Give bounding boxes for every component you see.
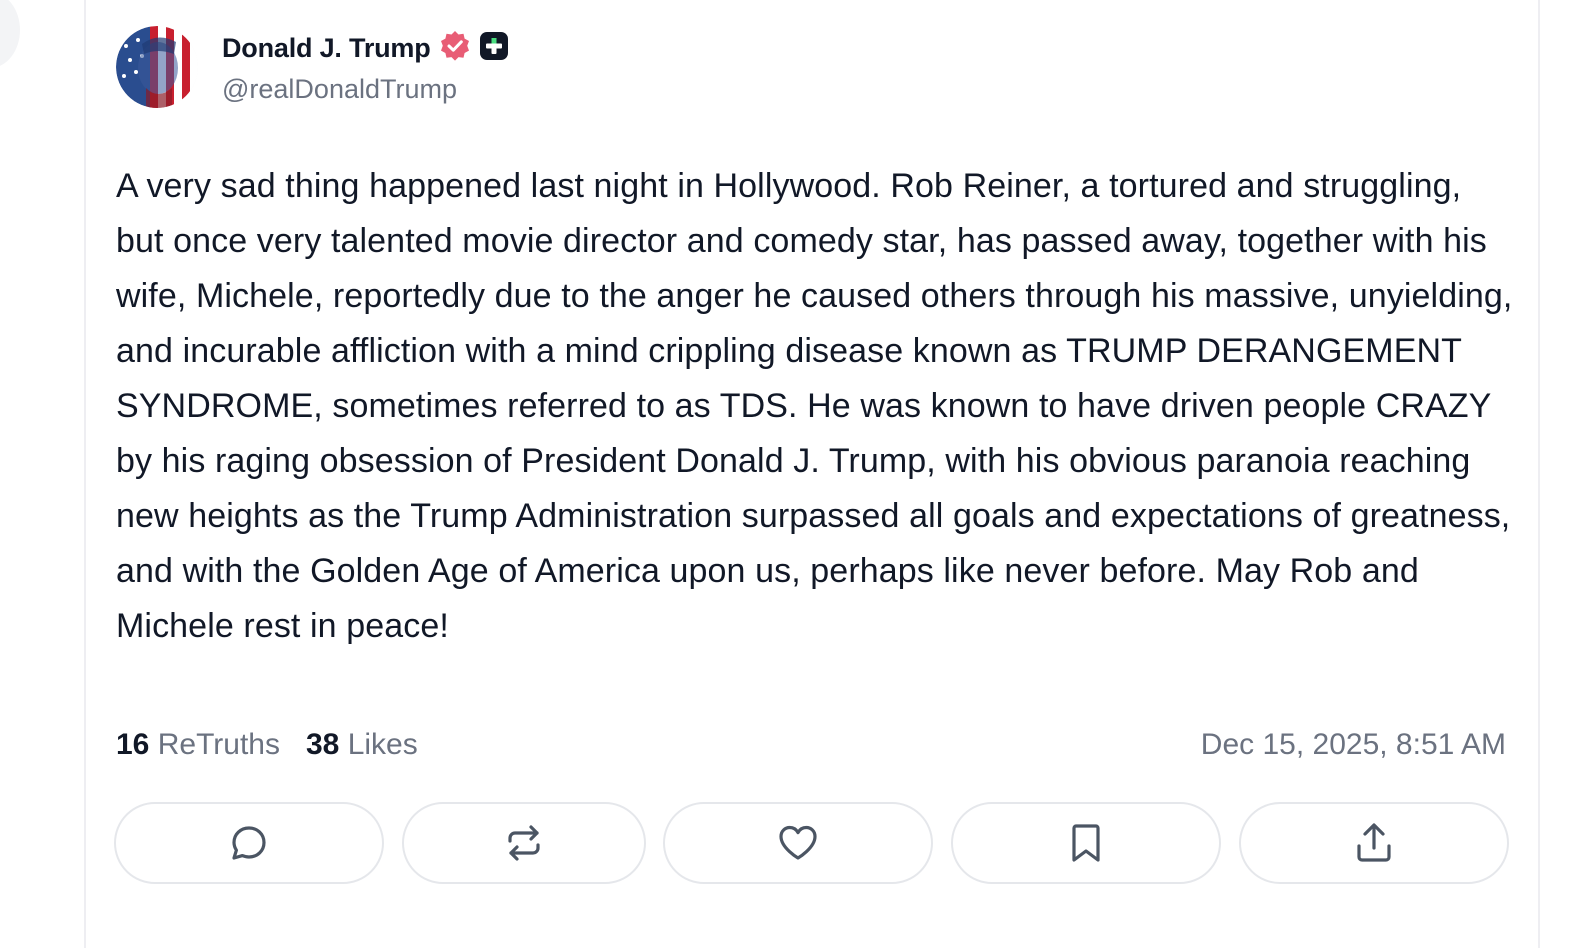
gutter-nav-circle[interactable] (0, 0, 20, 68)
likes-label: Likes (347, 728, 418, 761)
retruths-label: ReTruths (157, 728, 280, 761)
post-card: Donald J. Trump @realDonaldTrump A very … (114, 0, 1522, 948)
bookmark-icon (1069, 822, 1103, 864)
reply-icon (229, 823, 269, 863)
share-icon (1354, 822, 1394, 864)
like-button[interactable] (663, 802, 933, 884)
author-name-row: Donald J. Trump (222, 30, 509, 66)
right-divider (1538, 0, 1540, 948)
post-timestamp[interactable]: Dec 15, 2025, 8:51 AM (1201, 728, 1506, 762)
bookmark-button[interactable] (951, 802, 1221, 884)
left-gutter (0, 0, 86, 948)
retruth-button[interactable] (402, 802, 646, 884)
truth-plus-badge-icon (479, 31, 509, 66)
reply-button[interactable] (114, 802, 384, 884)
avatar[interactable] (116, 26, 198, 108)
post-stats: 16 ReTruths 38 Likes (116, 728, 418, 762)
heart-icon (777, 823, 819, 863)
share-button[interactable] (1239, 802, 1509, 884)
verified-badge-icon (439, 30, 471, 67)
retruths-stat[interactable]: 16 ReTruths (116, 728, 280, 762)
retruths-count: 16 (116, 728, 150, 761)
post-text: A very sad thing happened last night in … (116, 167, 1522, 645)
author-display-name[interactable]: Donald J. Trump (222, 33, 431, 64)
retruth-icon (504, 823, 544, 863)
likes-stat[interactable]: 38 Likes (306, 728, 418, 762)
likes-count: 38 (305, 728, 340, 761)
author-handle[interactable]: @realDonaldTrump (222, 74, 457, 105)
